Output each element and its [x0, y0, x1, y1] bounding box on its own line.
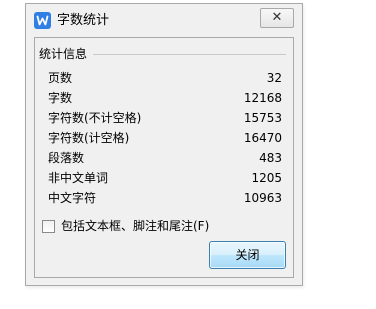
stat-row-words: 字数 12168 [48, 88, 282, 108]
group-divider [93, 54, 286, 55]
close-icon: ✕ [271, 10, 283, 25]
word-count-dialog: 字数统计 ✕ 统计信息 页数 32 字数 12168 字符数(不计空格) 157… [25, 3, 303, 286]
stat-row-chars-no-spaces: 字符数(不计空格) 15753 [48, 108, 282, 128]
stat-label: 非中文单词 [48, 171, 109, 185]
stat-row-paragraphs: 段落数 483 [48, 148, 282, 168]
stat-value: 1205 [251, 171, 282, 185]
wps-writer-icon [34, 12, 51, 29]
close-dialog-button[interactable]: 关闭 [209, 241, 286, 269]
stat-label: 中文字符 [48, 191, 97, 205]
stat-row-non-chinese-words: 非中文单词 1205 [48, 168, 282, 188]
stat-row-chars-with-spaces: 字符数(计空格) 16470 [48, 128, 282, 148]
dialog-body: 统计信息 页数 32 字数 12168 字符数(不计空格) 15753 字符数(… [34, 37, 294, 278]
stat-value: 12168 [243, 91, 282, 105]
stat-row-chinese-chars: 中文字符 10963 [48, 188, 282, 208]
stat-label: 段落数 [48, 151, 85, 165]
stat-row-pages: 页数 32 [48, 68, 282, 88]
title-bar[interactable]: 字数统计 ✕ [26, 4, 302, 37]
include-textboxes-label[interactable]: 包括文本框、脚注和尾注(F) [61, 218, 209, 234]
stat-value: 15753 [243, 111, 282, 125]
stat-value: 16470 [243, 131, 282, 145]
stat-label: 页数 [48, 71, 73, 85]
group-legend: 统计信息 [39, 47, 90, 61]
stat-label: 字数 [48, 91, 73, 105]
stat-label: 字符数(计空格) [48, 131, 130, 145]
stat-value: 483 [259, 151, 282, 165]
dialog-title: 字数统计 [57, 13, 110, 28]
stat-value: 32 [266, 71, 282, 85]
stat-value: 10963 [243, 191, 282, 205]
close-button[interactable]: ✕ [260, 8, 294, 28]
stats-list: 页数 32 字数 12168 字符数(不计空格) 15753 字符数(计空格) … [48, 68, 282, 208]
include-textboxes-checkbox[interactable] [42, 220, 55, 233]
stat-label: 字符数(不计空格) [48, 111, 142, 125]
